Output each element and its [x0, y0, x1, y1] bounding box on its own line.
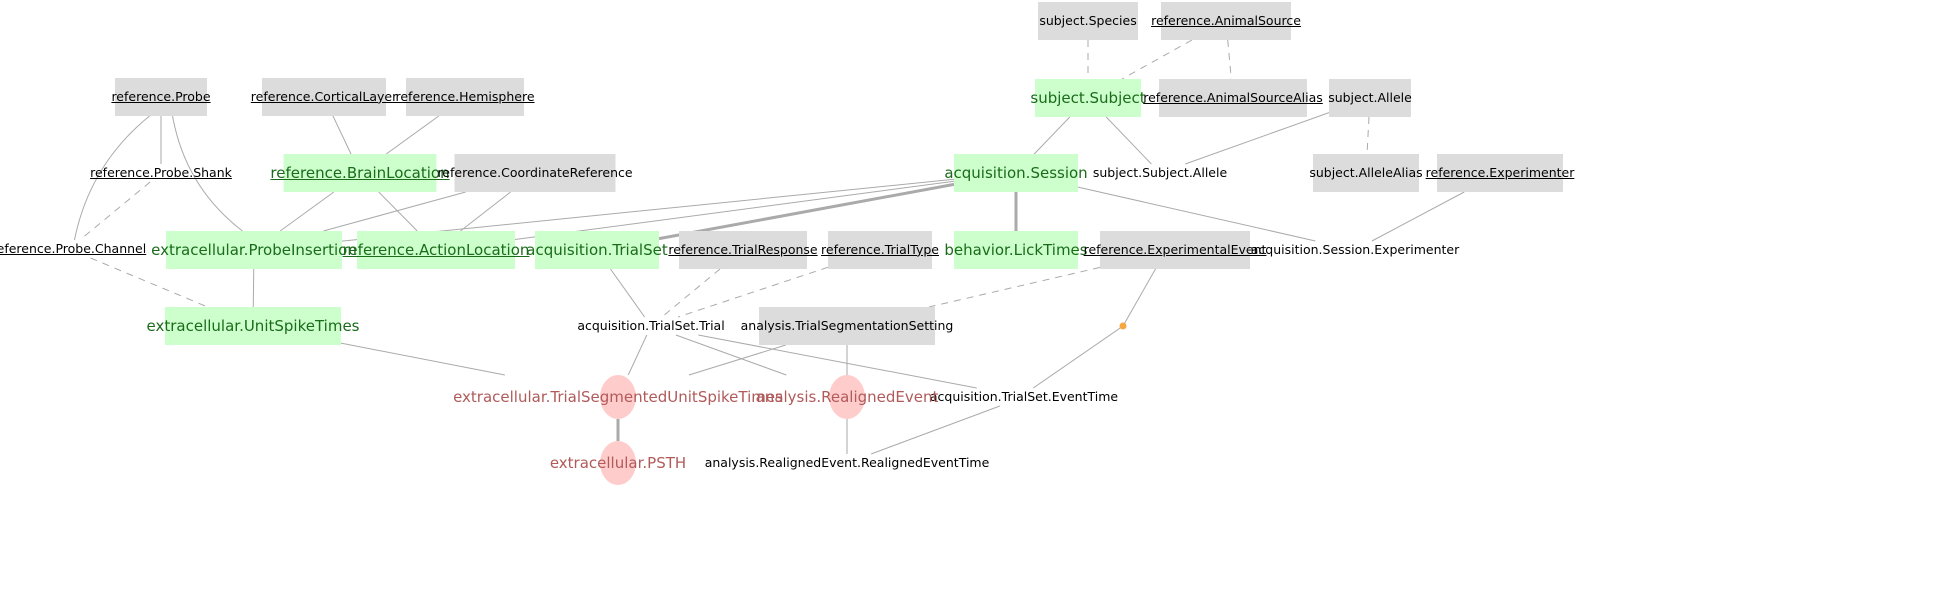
erd-edge-corticallayer--brainlocation: [332, 115, 352, 155]
erd-node-label: extracellular.PSTH: [549, 453, 687, 472]
erd-node-unitspiketimes[interactable]: extracellular.UnitSpikeTimes: [147, 307, 359, 345]
erd-edge-trialset--trialsettrial: [610, 268, 646, 318]
erd-node-label: extracellular.TrialSegmentedUnitSpikeTim…: [453, 387, 783, 406]
erd-node-label: subject.AlleleAlias: [1309, 164, 1423, 180]
erd-edge-allele--subjectallele: [1185, 112, 1330, 165]
erd-node-label: reference.TrialType: [821, 241, 939, 257]
erd-edge-animalsource--animalsourcealias: [1227, 39, 1232, 80]
erd-node-label: reference.ActionLocation: [342, 240, 530, 259]
erd-edge-subject--session: [1033, 116, 1071, 155]
erd-node-hemisphere[interactable]: reference.Hemisphere: [396, 78, 535, 116]
erd-node-trialresponse[interactable]: reference.TrialResponse: [668, 231, 818, 269]
erd-edge-experimenter--sessionexperimenter: [1371, 191, 1465, 242]
erd-node-label: acquisition.Session.Experimenter: [1250, 241, 1460, 257]
erd-node-psth[interactable]: extracellular.PSTH: [550, 452, 686, 474]
erd-node-subjectallele[interactable]: subject.Subject.Allele: [1093, 164, 1227, 182]
erd-node-label: subject.Allele: [1328, 89, 1412, 105]
erd-node-label: extracellular.ProbeInsertion: [151, 240, 357, 259]
erd-node-probeinsertion[interactable]: extracellular.ProbeInsertion: [151, 231, 357, 269]
erd-node-realignedeventtime[interactable]: analysis.RealignedEvent.RealignedEventTi…: [705, 454, 990, 472]
erd-node-trialtype[interactable]: reference.TrialType: [821, 231, 939, 269]
erd-node-label: acquisition.Session: [944, 163, 1088, 182]
erd-marker-dot: [1119, 322, 1127, 330]
erd-node-label: analysis.RealignedEvent.RealignedEventTi…: [704, 454, 990, 470]
erd-edge-brainlocation--probeinsertion: [279, 191, 335, 232]
erd-edge-coordinateref--probeinsertion: [323, 191, 466, 232]
erd-node-trialseteventtime[interactable]: acquisition.TrialSet.EventTime: [930, 388, 1118, 406]
erd-node-label: analysis.TrialSegmentationSetting: [740, 317, 954, 333]
erd-node-probechannel[interactable]: reference.Probe.Channel: [0, 240, 146, 258]
erd-node-corticallayer[interactable]: reference.CorticalLayer: [251, 78, 397, 116]
erd-edge-brainlocation--actionlocation: [378, 191, 418, 232]
erd-node-allelealias[interactable]: subject.AlleleAlias: [1309, 154, 1423, 192]
erd-node-label: subject.Subject.Allele: [1092, 164, 1228, 180]
erd-node-label: reference.AnimalSourceAlias: [1143, 89, 1323, 105]
erd-node-animalsourcealias[interactable]: reference.AnimalSourceAlias: [1143, 79, 1323, 117]
erd-node-label: reference.Probe: [111, 88, 211, 104]
erd-edge-trialsegsetting--trialsegunitspike: [688, 344, 786, 376]
erd-node-label: analysis.RealignedEvent: [755, 387, 939, 406]
erd-edge-allele--allelealias: [1366, 116, 1370, 155]
erd-node-label: extracellular.UnitSpikeTimes: [146, 316, 360, 335]
erd-node-trialsegunitspike[interactable]: extracellular.TrialSegmentedUnitSpikeTim…: [453, 386, 783, 408]
erd-node-label: reference.AnimalSource: [1151, 12, 1301, 28]
erd-node-coordinateref[interactable]: reference.CoordinateReference: [437, 154, 633, 192]
erd-edge-unitspiketimes--trialsegunitspike: [340, 342, 505, 376]
erd-node-trialsettrial[interactable]: acquisition.TrialSet.Trial: [577, 317, 724, 335]
erd-edge-experimentalevent--trialseteventtime: [1032, 268, 1156, 389]
erd-node-actionlocation[interactable]: reference.ActionLocation: [343, 231, 529, 269]
erd-node-label: reference.Hemisphere: [395, 88, 535, 104]
erd-node-label: behavior.LickTimes: [944, 240, 1088, 259]
erd-node-brainlocation[interactable]: reference.BrainLocation: [270, 154, 450, 192]
erd-node-sessionexperimenter[interactable]: acquisition.Session.Experimenter: [1251, 241, 1459, 259]
erd-edge-hemisphere--brainlocation: [385, 115, 440, 155]
erd-node-experimentalevent[interactable]: reference.ExperimentalEvent: [1084, 231, 1266, 269]
erd-canvas: reference.Probe reference.CorticalLayer re…: [0, 0, 1951, 601]
erd-edge-subject--subjectallele: [1105, 116, 1152, 165]
erd-node-label: subject.Species: [1039, 12, 1137, 28]
erd-node-probe[interactable]: reference.Probe: [111, 78, 211, 116]
erd-node-label: reference.ExperimentalEvent: [1083, 241, 1267, 257]
erd-node-species[interactable]: subject.Species: [1038, 2, 1138, 40]
erd-edge-trialresponse--trialsettrial: [661, 268, 721, 318]
erd-node-probeshank[interactable]: reference.Probe.Shank: [90, 164, 232, 182]
erd-node-label: reference.Experimenter: [1425, 164, 1575, 180]
erd-node-label: acquisition.TrialSet.EventTime: [929, 388, 1119, 404]
erd-node-label: subject.Subject: [1030, 88, 1146, 107]
erd-node-label: reference.Probe.Channel: [0, 240, 147, 256]
erd-edge-trialsettrial--trialsegunitspike: [627, 334, 648, 376]
erd-edge-animalsource--subject: [1121, 39, 1193, 80]
erd-node-licktimes[interactable]: behavior.LickTimes: [944, 231, 1088, 269]
erd-node-session[interactable]: acquisition.Session: [944, 154, 1088, 192]
erd-node-label: reference.Probe.Shank: [90, 164, 232, 180]
erd-edge-experimentalevent--trialsegsetting: [928, 266, 1101, 308]
erd-node-animalsource[interactable]: reference.AnimalSource: [1151, 2, 1301, 40]
erd-node-label: reference.BrainLocation: [270, 163, 450, 182]
erd-node-realignedevent[interactable]: analysis.RealignedEvent: [756, 386, 939, 408]
erd-node-label: acquisition.TrialSet.Trial: [577, 317, 725, 333]
erd-edge-probeinsertion--unitspiketimes: [252, 268, 255, 308]
erd-node-label: reference.CoordinateReference: [437, 164, 633, 180]
erd-node-trialsegsetting[interactable]: analysis.TrialSegmentationSetting: [741, 307, 953, 345]
erd-node-subject[interactable]: subject.Subject: [1030, 79, 1146, 117]
erd-node-allele[interactable]: subject.Allele: [1328, 79, 1412, 117]
erd-edge-trialseteventtime--realignedeventtime: [870, 405, 1001, 455]
erd-node-trialset[interactable]: acquisition.TrialSet: [526, 231, 668, 269]
erd-node-label: reference.TrialResponse: [668, 241, 818, 257]
erd-node-label: acquisition.TrialSet: [526, 240, 668, 259]
erd-node-label: reference.CorticalLayer: [250, 88, 398, 104]
erd-node-experimenter[interactable]: reference.Experimenter: [1426, 154, 1574, 192]
